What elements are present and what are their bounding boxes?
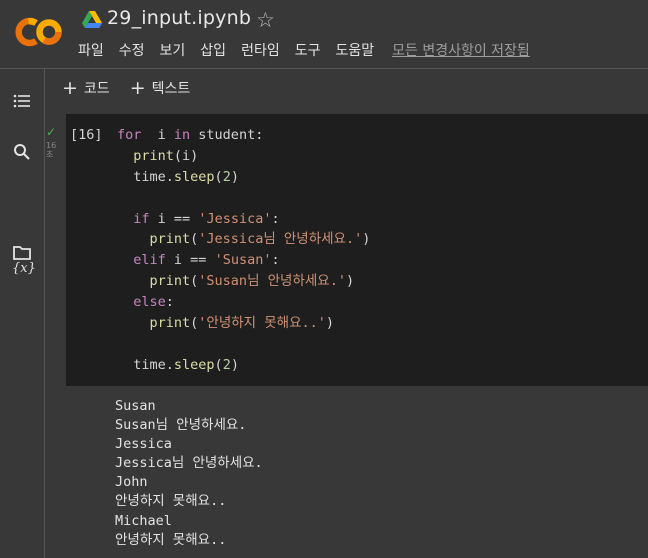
add-text-label: 텍스트 <box>151 81 191 97</box>
code-line: print(i) <box>117 146 370 167</box>
execution-count: [16] <box>70 127 103 143</box>
output-line: Jessica <box>115 436 172 453</box>
code-line: if i == 'Jessica': <box>117 209 370 230</box>
add-text-cell-button[interactable]: + 텍스트 <box>130 78 191 98</box>
code-line: time.sleep(2) <box>117 167 370 188</box>
header-divider <box>0 68 648 69</box>
sidebar-divider <box>44 69 45 558</box>
code-line: print('안녕하지 못해요..') <box>117 313 370 334</box>
google-drive-icon[interactable] <box>82 11 102 29</box>
menu-edit[interactable]: 수정 <box>119 40 145 62</box>
table-of-contents-icon[interactable] <box>12 91 32 111</box>
code-token: 2 <box>222 356 231 373</box>
header: 29_input.ipynb ☆ 파일 수정 보기 삽입 런타임 도구 도움말 … <box>0 0 648 68</box>
menu-help[interactable]: 도움말 <box>335 40 374 62</box>
code-editor[interactable]: for i in student: print(i) time.sleep(2)… <box>117 125 370 376</box>
code-token: print <box>149 273 191 290</box>
code-token: ) <box>325 315 335 332</box>
code-token: time. <box>133 168 174 185</box>
code-token: : <box>165 294 174 311</box>
code-token: : <box>271 252 280 269</box>
cell-output: Susan Susan님 안녕하세요. Jessica Jessica님 안녕하세요.… <box>115 397 263 550</box>
code-token: student: <box>190 127 264 143</box>
code-token: ) <box>230 168 239 185</box>
star-icon[interactable]: ☆ <box>256 7 275 33</box>
code-token: 'Susan님 안녕하세요.' <box>198 273 346 290</box>
output-line: John <box>115 474 148 491</box>
code-token: sleep <box>173 168 215 185</box>
run-time-text: 16 <box>46 141 57 150</box>
code-token: : <box>271 210 280 227</box>
code-token: if <box>133 210 150 227</box>
code-token: '안녕하지 못해요..' <box>198 315 326 332</box>
menu-tools[interactable]: 도구 <box>295 40 321 62</box>
cell-status[interactable]: ✓ 16 초 <box>46 125 64 159</box>
add-code-label: 코드 <box>83 81 110 97</box>
output-line: 안녕하지 못해요.. <box>115 493 227 510</box>
run-time-label: 16 초 <box>46 141 64 159</box>
sidebar: {x} <box>0 69 44 558</box>
notebook-title[interactable]: 29_input.ipynb <box>107 7 251 29</box>
output-line: Jessica님 안녕하세요. <box>115 455 263 472</box>
plus-icon: + <box>129 77 146 99</box>
colab-logo-icon[interactable] <box>14 12 64 52</box>
check-icon: ✓ <box>46 125 57 139</box>
search-icon[interactable] <box>12 142 32 162</box>
output-line: Susan <box>115 398 156 414</box>
code-token: i == <box>165 252 215 269</box>
code-line: elif i == 'Susan': <box>117 250 370 271</box>
code-line: for i in student: <box>117 125 370 146</box>
code-token: sleep <box>173 356 215 373</box>
code-token: elif <box>133 252 166 269</box>
code-token: ) <box>362 231 371 248</box>
code-token: (i) <box>173 147 199 164</box>
code-line: print('Susan님 안녕하세요.') <box>117 271 370 292</box>
code-token: print <box>149 231 191 248</box>
code-line: print('Jessica님 안녕하세요.') <box>117 229 371 250</box>
code-token: ) <box>345 273 355 290</box>
code-token: print <box>133 147 174 164</box>
variables-icon[interactable]: {x} <box>12 261 36 276</box>
save-status-link[interactable]: 모든 변경사항이 저장됨 <box>392 40 530 62</box>
code-token: in <box>173 127 191 143</box>
code-token: 'Jessica님 안녕하세요.' <box>198 231 363 248</box>
menu-file[interactable]: 파일 <box>78 40 104 62</box>
code-token: for <box>117 127 142 143</box>
code-token: time. <box>133 356 174 373</box>
code-token: ( <box>214 356 223 373</box>
menu-bar: 파일 수정 보기 삽입 런타임 도구 도움말 모든 변경사항이 저장됨 <box>78 40 545 62</box>
output-line: Michael <box>115 512 172 529</box>
code-token: 2 <box>222 168 231 185</box>
code-token: i <box>141 127 174 143</box>
code-token: ) <box>230 356 239 373</box>
menu-runtime[interactable]: 런타임 <box>241 40 280 62</box>
run-time-text: 초 <box>46 150 54 159</box>
menu-view[interactable]: 보기 <box>160 40 186 62</box>
files-icon[interactable] <box>12 243 32 263</box>
code-token: i == <box>149 210 199 227</box>
code-line: else: <box>117 292 370 313</box>
code-token: 'Susan' <box>214 252 272 269</box>
code-token: 'Jessica' <box>198 210 272 227</box>
output-line: Susan님 안녕하세요. <box>115 417 247 434</box>
code-token: ( <box>214 168 223 185</box>
add-code-cell-button[interactable]: + 코드 <box>62 78 110 98</box>
code-token: print <box>149 315 191 332</box>
output-line: 안녕하지 못해요.. <box>115 531 227 548</box>
menu-insert[interactable]: 삽입 <box>200 40 226 62</box>
notebook-toolbar: + 코드 + 텍스트 <box>62 78 210 98</box>
code-line: time.sleep(2) <box>117 355 370 376</box>
code-token: else <box>133 294 166 311</box>
plus-icon: + <box>62 77 78 99</box>
